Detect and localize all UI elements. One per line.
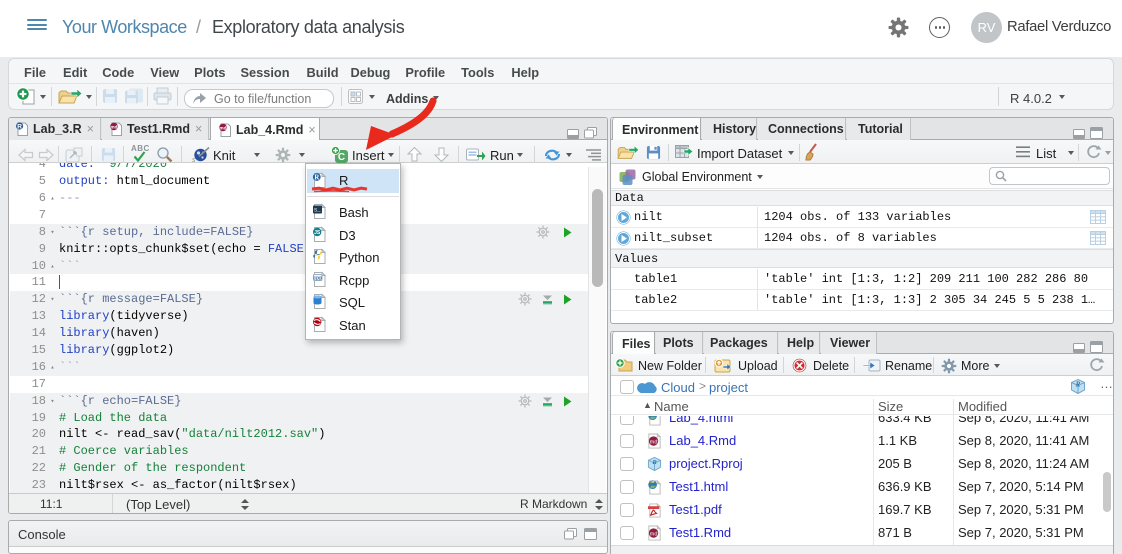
svg-text:md: md: [111, 124, 118, 129]
svg-text:md: md: [650, 531, 658, 537]
svg-text:R: R: [314, 175, 319, 182]
svg-text:md: md: [650, 439, 658, 445]
svg-text:JS: JS: [314, 230, 321, 236]
svg-text:md: md: [220, 125, 227, 130]
svg-text:S_: S_: [314, 207, 321, 214]
svg-text:R: R: [17, 123, 22, 130]
svg-text:R: R: [651, 459, 657, 466]
svg-text:R: R: [1075, 381, 1081, 389]
svg-text:cpp: cpp: [313, 275, 322, 281]
